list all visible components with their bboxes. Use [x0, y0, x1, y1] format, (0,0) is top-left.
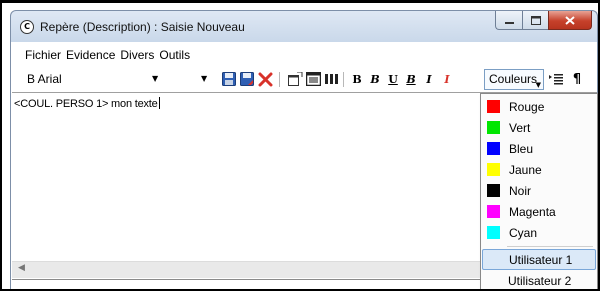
- maximize-icon: [530, 15, 541, 25]
- color-item-label: Utilisateur 1: [509, 252, 573, 267]
- color-swatch: [487, 100, 500, 113]
- save-as-button[interactable]: [239, 71, 255, 87]
- columns-icon: [324, 74, 338, 84]
- color-item-label: Utilisateur 2: [508, 273, 572, 288]
- color-item-label: Rouge: [509, 99, 545, 114]
- floppy-disk-edit-icon: [240, 72, 254, 86]
- font-size-select[interactable]: ▼: [174, 71, 212, 89]
- format-toolbar: B Arial ▼ ▼ B B U B I I Couleurs ▼ ¶: [11, 66, 597, 91]
- app-icon: C: [20, 20, 34, 34]
- editor-content: <COUL. PERSO 1> mon texte: [14, 97, 160, 110]
- list-indent-button[interactable]: [548, 71, 564, 87]
- color-item-label: Noir: [509, 183, 532, 198]
- italic-color-button[interactable]: I: [439, 71, 455, 87]
- color-item-utilisateur-2[interactable]: Utilisateur 2: [482, 270, 596, 291]
- bold-button[interactable]: B: [349, 71, 365, 87]
- properties-icon: [287, 72, 302, 86]
- italic-button[interactable]: I: [421, 71, 437, 87]
- color-swatch: [487, 121, 500, 134]
- couleurs-button[interactable]: Couleurs ▼: [484, 69, 544, 90]
- color-item-jaune[interactable]: Jaune: [482, 159, 596, 180]
- color-item-label: Magenta: [509, 204, 556, 219]
- floppy-disk-icon: [222, 72, 236, 86]
- close-icon: [565, 15, 575, 25]
- font-name-value: B Arial: [27, 72, 62, 86]
- bold-underline-button[interactable]: B: [403, 71, 419, 87]
- color-item-label: Jaune: [509, 162, 542, 177]
- color-item-utilisateur-1[interactable]: Utilisateur 1: [482, 249, 596, 270]
- toolbar-separator: [343, 72, 344, 87]
- menu-bar: Fichier Evidence Divers Outils: [11, 45, 195, 65]
- color-item-cyan[interactable]: Cyan: [482, 222, 596, 243]
- minimize-icon: [504, 21, 514, 24]
- title-bar[interactable]: C Repère (Description) : Saisie Nouveau: [10, 10, 598, 42]
- window-icon: [305, 72, 321, 86]
- underline-button[interactable]: U: [385, 71, 401, 87]
- columns-button[interactable]: [323, 71, 339, 87]
- color-item-bleu[interactable]: Bleu: [482, 138, 596, 159]
- color-swatch: [487, 163, 500, 176]
- couleurs-label: Couleurs: [489, 72, 538, 86]
- menu-divers[interactable]: Divers: [120, 48, 154, 62]
- paragraph-marks-button[interactable]: ¶: [569, 71, 585, 87]
- text-caret: [158, 97, 160, 109]
- toolbar-separator: [279, 72, 280, 87]
- bold-italic-button[interactable]: B: [367, 71, 383, 87]
- window-controls: [495, 11, 592, 30]
- font-name-select[interactable]: B Arial ▼: [25, 71, 170, 89]
- color-item-magenta[interactable]: Magenta: [482, 201, 596, 222]
- window-title: Repère (Description) : Saisie Nouveau: [40, 20, 245, 34]
- close-button[interactable]: [548, 11, 592, 30]
- color-item-label: Cyan: [509, 225, 538, 240]
- menu-fichier[interactable]: Fichier: [25, 48, 61, 62]
- delete-button[interactable]: [257, 71, 273, 87]
- minimize-button[interactable]: [495, 11, 522, 30]
- couleurs-dropdown-menu: Rouge Vert Bleu Jaune Noir Magenta Cyan …: [480, 93, 598, 291]
- list-indent-icon: [549, 73, 563, 84]
- color-swatch: [487, 226, 500, 239]
- maximize-button[interactable]: [522, 11, 548, 30]
- menu-separator: [507, 246, 593, 247]
- window-view-button[interactable]: [305, 71, 321, 87]
- color-item-noir[interactable]: Noir: [482, 180, 596, 201]
- color-swatch: [487, 205, 500, 218]
- chevron-down-icon: ▼: [152, 74, 159, 83]
- color-item-rouge[interactable]: Rouge: [482, 96, 596, 117]
- color-item-vert[interactable]: Vert: [482, 117, 596, 138]
- red-x-icon: [258, 72, 272, 86]
- save-button[interactable]: [221, 71, 237, 87]
- color-swatch: [487, 142, 500, 155]
- color-swatch: [487, 184, 500, 197]
- scroll-left-icon[interactable]: ◀: [18, 263, 25, 273]
- properties-button[interactable]: [287, 71, 303, 87]
- color-item-label: Bleu: [509, 141, 534, 156]
- chevron-down-icon: ▼: [201, 74, 208, 83]
- menu-evidence[interactable]: Evidence: [66, 48, 115, 62]
- color-item-label: Vert: [509, 120, 531, 135]
- editor-text: <COUL. PERSO 1> mon texte: [14, 98, 158, 110]
- menu-outils[interactable]: Outils: [159, 48, 190, 62]
